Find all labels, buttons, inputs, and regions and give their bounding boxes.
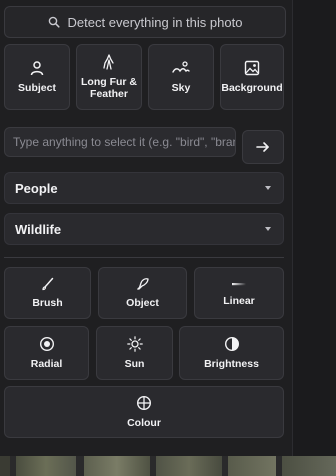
object-icon xyxy=(136,278,149,290)
brightness-icon xyxy=(224,336,239,352)
detect-everything-button[interactable]: Detect everything in this photo xyxy=(4,6,286,38)
subject-label: Subject xyxy=(18,82,56,94)
wildlife-label: Wildlife xyxy=(15,221,62,237)
person-icon xyxy=(30,61,44,76)
filmstrip-thumbnail[interactable] xyxy=(16,456,76,476)
long-fur-feather-button[interactable]: Long Fur & Feather xyxy=(76,44,142,110)
sun-label: Sun xyxy=(124,358,145,370)
people-label: People xyxy=(15,180,58,196)
filmstrip-thumbnail[interactable] xyxy=(156,456,222,476)
radial-button[interactable]: Radial xyxy=(4,326,89,380)
linear-button[interactable]: Linear xyxy=(194,267,284,319)
background-button[interactable]: Background xyxy=(220,44,284,110)
arrow-right-icon xyxy=(256,142,269,152)
object-button[interactable]: Object xyxy=(98,267,187,319)
brightness-label: Brightness xyxy=(204,358,259,370)
image-icon xyxy=(244,60,260,76)
filmstrip-thumbnail[interactable] xyxy=(282,456,336,476)
search-icon xyxy=(48,16,60,28)
prompt-placeholder: Type anything to select it (e.g. "bird",… xyxy=(13,135,236,149)
chevron-down-icon xyxy=(265,186,271,190)
brush-button[interactable]: Brush xyxy=(4,267,91,319)
chevron-down-icon xyxy=(265,227,271,231)
brush-icon xyxy=(41,277,53,291)
colour-button[interactable]: Colour xyxy=(4,386,284,438)
filmstrip-thumbnail[interactable] xyxy=(84,456,150,476)
sky-label: Sky xyxy=(171,82,191,94)
masking-panel: Detect everything in this photo Subject … xyxy=(0,0,293,456)
detect-label: Detect everything in this photo xyxy=(67,14,243,30)
subject-button[interactable]: Subject xyxy=(4,44,70,110)
sun-icon xyxy=(126,336,143,352)
colour-icon xyxy=(136,395,152,411)
brightness-button[interactable]: Brightness xyxy=(179,326,284,380)
object-label: Object xyxy=(126,297,159,309)
linear-gradient-icon xyxy=(232,283,246,286)
colour-label: Colour xyxy=(127,417,161,429)
background-label: Background xyxy=(221,82,283,94)
sky-icon xyxy=(172,61,190,73)
scroll-gutter xyxy=(293,0,336,456)
select-prompt-input[interactable]: Type anything to select it (e.g. "bird",… xyxy=(4,127,236,157)
filmstrip-thumbnail[interactable] xyxy=(228,456,276,476)
section-divider xyxy=(4,257,284,258)
radial-label: Radial xyxy=(30,358,63,370)
filmstrip-thumbnail[interactable] xyxy=(0,456,10,476)
linear-label: Linear xyxy=(223,295,255,307)
wildlife-dropdown[interactable]: Wildlife xyxy=(4,213,284,245)
brush-label: Brush xyxy=(32,297,63,309)
sun-button[interactable]: Sun xyxy=(96,326,173,380)
people-dropdown[interactable]: People xyxy=(4,172,284,204)
fur-icon xyxy=(103,54,114,70)
sky-button[interactable]: Sky xyxy=(148,44,214,110)
long-fur-feather-label: Long Fur & Feather xyxy=(81,76,137,100)
submit-prompt-button[interactable] xyxy=(242,130,284,164)
radial-gradient-icon xyxy=(39,336,54,352)
